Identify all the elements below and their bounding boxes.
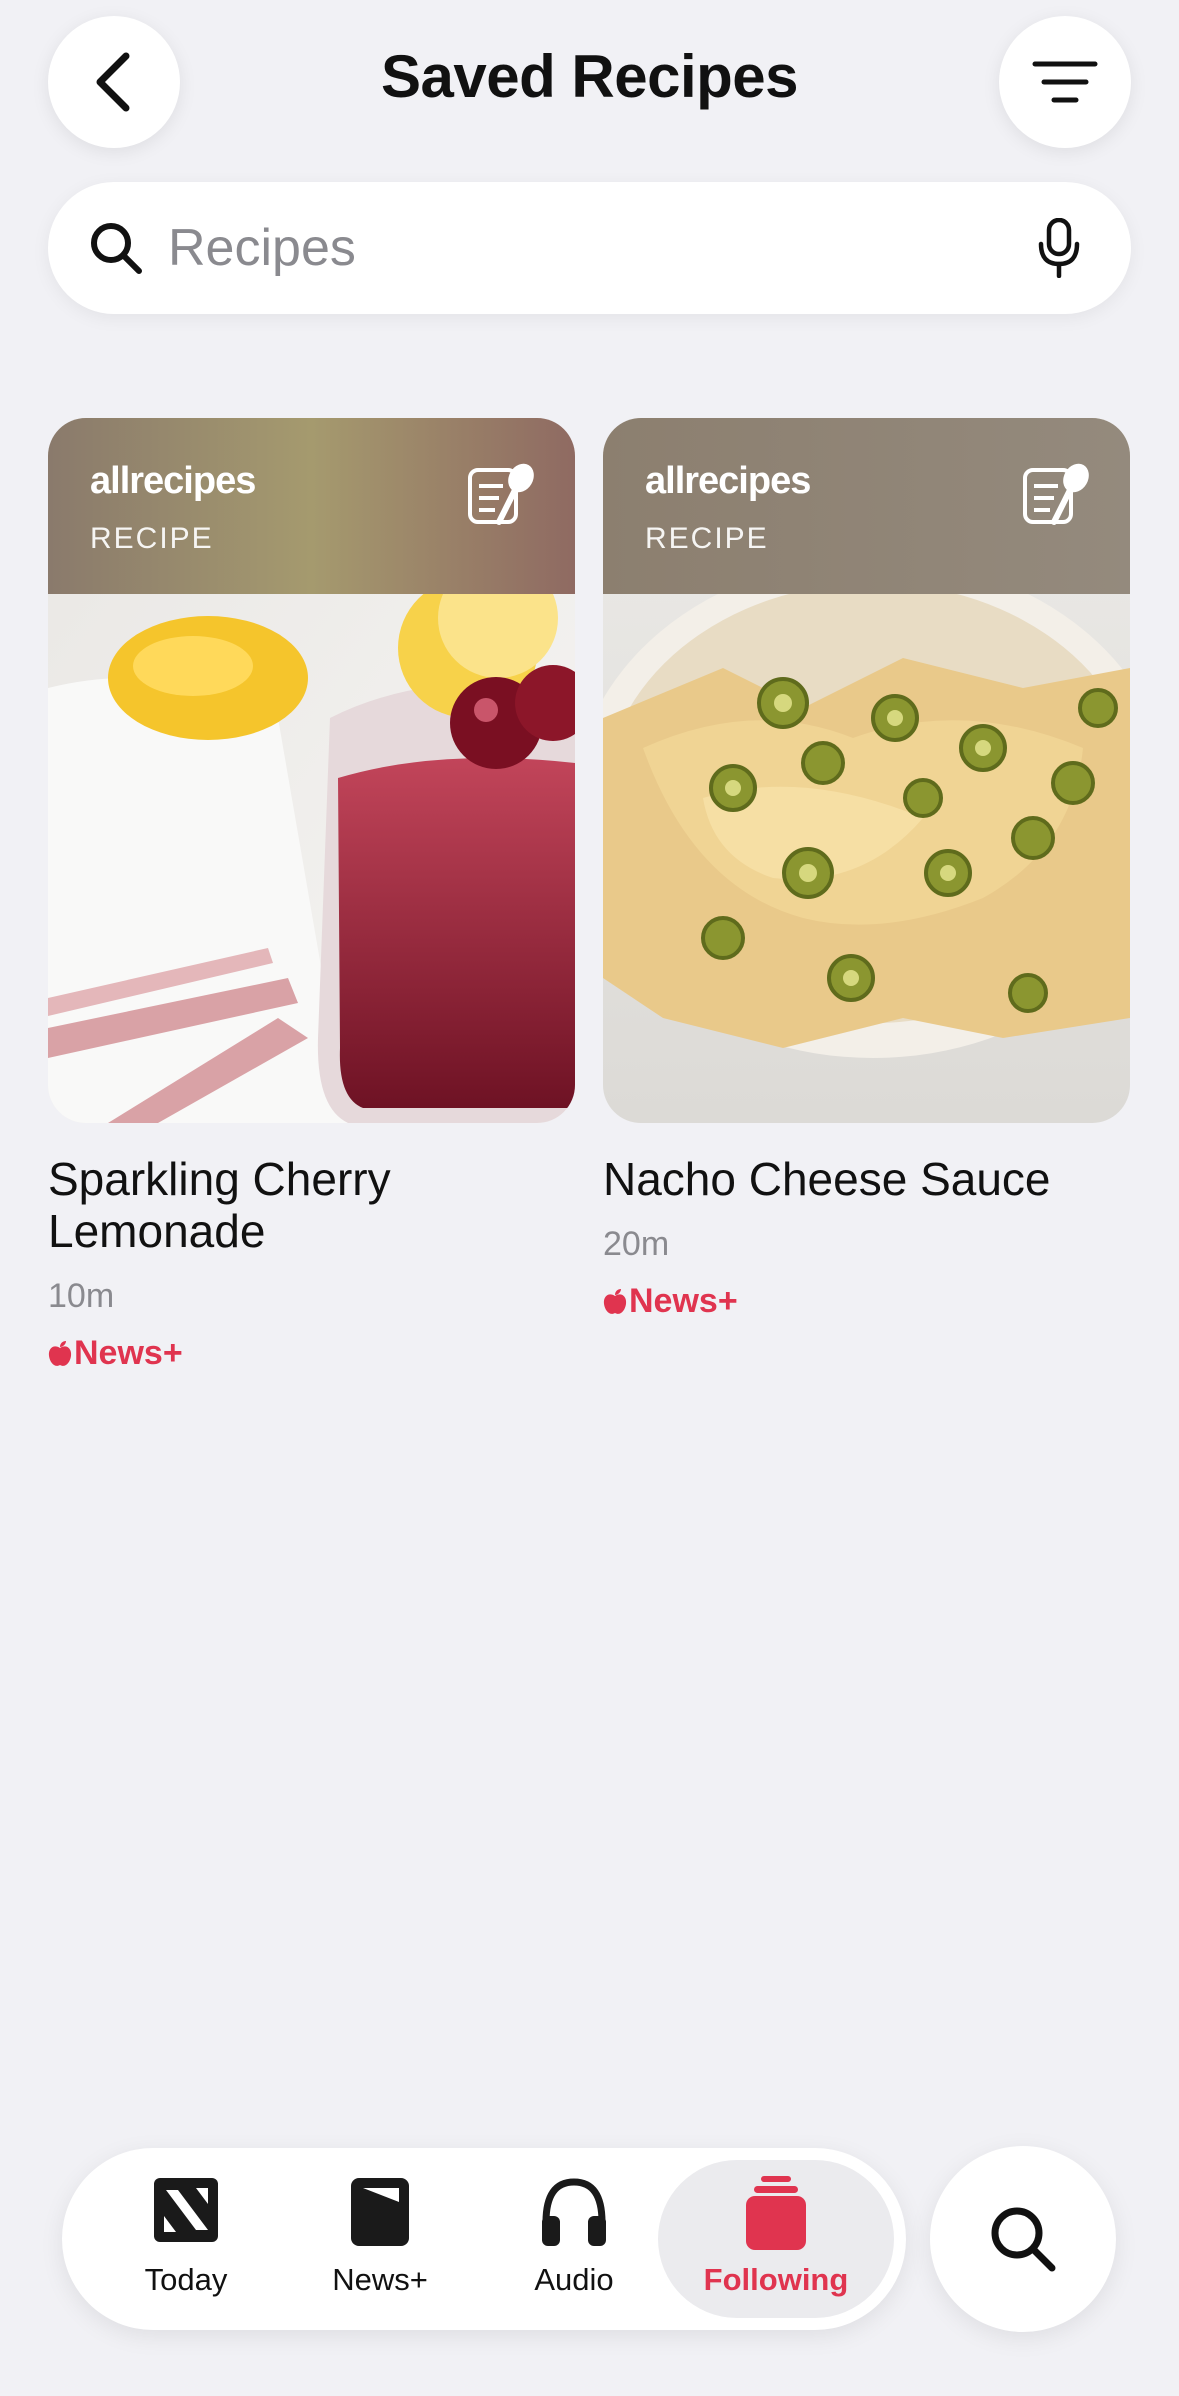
news-plus-label: News+: [74, 1334, 183, 1372]
search-icon: [91, 223, 142, 274]
recipe-title[interactable]: Sparkling Cherry Lemonade: [48, 1153, 575, 1257]
search-tab-button[interactable]: [930, 2146, 1116, 2332]
recipe-kind-label: RECIPE: [645, 522, 769, 555]
news-plus-badge: News+: [603, 1282, 1130, 1321]
publisher-logo: allrecipes: [90, 460, 256, 502]
recipe-spoon-icon: [1023, 463, 1089, 525]
tab-audio[interactable]: Audio: [476, 2148, 672, 2330]
microphone-icon[interactable]: [1037, 218, 1081, 278]
recipe-banner: allrecipes RECIPE: [603, 418, 1130, 594]
recipe-banner: allrecipes RECIPE: [48, 418, 575, 594]
search-input[interactable]: Recipes: [168, 218, 356, 278]
apple-logo-icon: [603, 1288, 627, 1314]
tab-bar: Today News+ Audio Following: [62, 2148, 906, 2330]
recipe-kind-label: RECIPE: [90, 522, 214, 555]
tab-newsplus[interactable]: News+: [282, 2148, 478, 2330]
tab-label: News+: [332, 2262, 428, 2297]
news-plus-label: News+: [629, 1282, 738, 1320]
tab-following[interactable]: Following: [658, 2148, 894, 2330]
recipe-title[interactable]: Nacho Cheese Sauce: [603, 1153, 1130, 1205]
search-icon: [991, 2207, 1056, 2272]
search-field[interactable]: Recipes: [48, 182, 1131, 314]
recipe-time: 20m: [603, 1225, 670, 1263]
today-icon: [154, 2178, 218, 2242]
tab-label: Following: [703, 2262, 849, 2297]
recipe-time: 10m: [48, 1277, 115, 1315]
recipe-card[interactable]: allrecipes RECIPE Nacho Cheese Sauce 20m…: [603, 418, 1130, 1321]
recipe-image[interactable]: allrecipes RECIPE: [603, 418, 1130, 1123]
filter-button[interactable]: [999, 16, 1131, 148]
tab-label: Today: [144, 2262, 228, 2297]
newsplus-icon: [351, 2178, 409, 2246]
following-icon: [746, 2176, 806, 2250]
filter-lines-icon: [1032, 61, 1098, 103]
tab-label: Audio: [534, 2262, 614, 2297]
tab-today[interactable]: Today: [88, 2148, 284, 2330]
recipe-image[interactable]: allrecipes RECIPE: [48, 418, 575, 1123]
headphones-icon: [542, 2178, 606, 2246]
apple-logo-icon: [48, 1340, 72, 1366]
recipe-card[interactable]: allrecipes RECIPE Sparkling Cherry Lemon…: [48, 418, 575, 1373]
publisher-logo: allrecipes: [645, 460, 811, 502]
recipe-spoon-icon: [468, 463, 534, 525]
news-plus-badge: News+: [48, 1334, 575, 1373]
